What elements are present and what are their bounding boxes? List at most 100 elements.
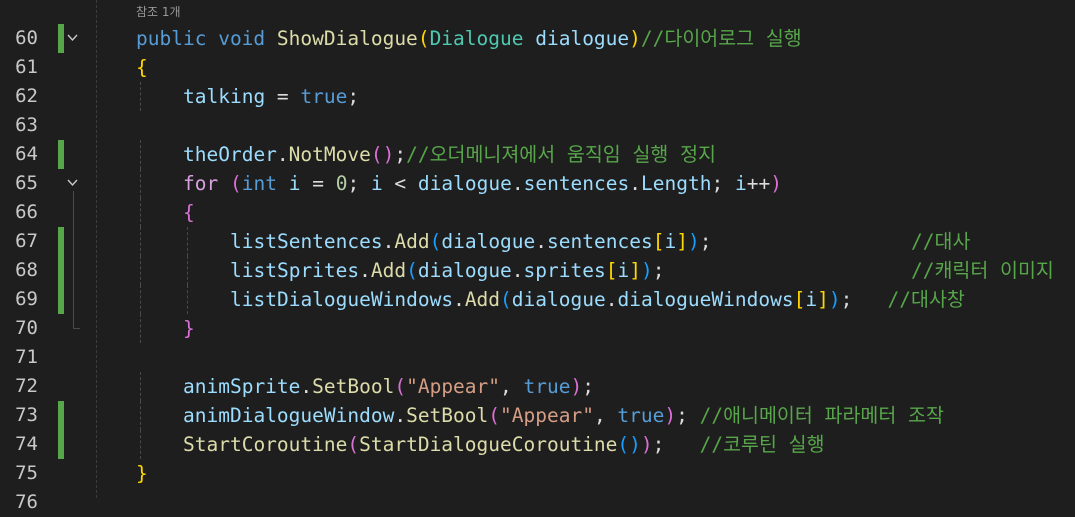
code-line[interactable]: 63 — [0, 111, 1075, 140]
code-token: dialogue — [511, 288, 606, 311]
codelens-references[interactable]: 참조 1개 — [136, 2, 181, 22]
code-token: true — [300, 85, 348, 108]
code-line[interactable]: 62 talking = true; — [0, 82, 1075, 111]
code-token: < — [382, 172, 418, 195]
code-token: ( — [488, 404, 501, 427]
code-line[interactable]: 68 listSprites.Add(dialogue.sprites[i]); … — [0, 256, 1075, 285]
line-number: 65 — [15, 172, 38, 194]
line-number: 61 — [15, 56, 38, 78]
code-token: animSprite — [183, 375, 301, 398]
code-text[interactable]: talking = true; — [183, 82, 359, 111]
fold-region-end — [73, 328, 80, 329]
code-text[interactable]: listSentences.Add(dialogue.sentences[i])… — [230, 227, 970, 256]
code-text[interactable]: { — [136, 53, 148, 82]
code-token: int — [241, 172, 277, 195]
code-token: ; — [394, 143, 407, 166]
code-token: ; — [347, 172, 371, 195]
code-text[interactable]: } — [183, 314, 195, 343]
code-text[interactable]: { — [183, 198, 195, 227]
code-line[interactable]: 65 for (int i = 0; i < dialogue.sentences… — [0, 169, 1075, 198]
code-token: dialogue — [441, 230, 536, 253]
code-token: i — [288, 172, 301, 195]
change-marker — [58, 24, 64, 53]
indent-guide — [140, 256, 141, 285]
change-marker — [58, 140, 64, 169]
code-line[interactable]: 67 listSentences.Add(dialogue.sentences[i… — [0, 227, 1075, 256]
code-token: ( — [347, 433, 360, 456]
code-token: . — [511, 259, 524, 282]
code-text[interactable]: animSprite.SetBool("Appear", true); — [183, 372, 594, 401]
change-marker — [58, 227, 64, 256]
code-line[interactable]: 70} — [0, 314, 1075, 343]
code-text[interactable]: animDialogueWindow.SetBool("Appear", tru… — [183, 401, 944, 430]
indent-guide — [187, 285, 188, 314]
code-token: [ — [793, 288, 806, 311]
code-text[interactable]: listDialogueWindows.Add(dialogue.dialogu… — [230, 285, 965, 314]
line-number: 74 — [15, 433, 38, 455]
code-token: dialogueWindows — [617, 288, 794, 311]
code-token: = — [265, 85, 301, 108]
code-token: ] — [817, 288, 829, 311]
code-token: Length — [641, 172, 712, 195]
code-line[interactable]: 73 animDialogueWindow.SetBool("Appear", t… — [0, 401, 1075, 430]
code-token: . — [276, 143, 289, 166]
code-text[interactable]: } — [136, 459, 148, 488]
code-token: talking — [183, 85, 266, 108]
line-number: 73 — [15, 404, 38, 426]
code-line[interactable]: 72 animSprite.SetBool("Appear", true); — [0, 372, 1075, 401]
line-number: 66 — [15, 201, 38, 223]
code-token: } — [136, 462, 148, 485]
code-token: //대사 — [911, 230, 971, 253]
code-line[interactable]: 74 StartCoroutine(StartDialogueCoroutine(… — [0, 430, 1075, 459]
code-token: ( — [394, 375, 407, 398]
code-token: [ — [605, 259, 618, 282]
code-line[interactable]: 66 { — [0, 198, 1075, 227]
code-text[interactable]: public void ShowDialogue(Dialogue dialog… — [136, 24, 802, 53]
code-token: "Appear" — [406, 375, 501, 398]
code-line[interactable]: 61 { — [0, 53, 1075, 82]
code-line[interactable]: 71 — [0, 343, 1075, 372]
code-token: . — [535, 230, 548, 253]
code-token: ] — [676, 230, 688, 253]
code-editor[interactable]: 참조 1개 60 public void ShowDialogue(Dialogu… — [0, 0, 1075, 513]
code-token: ) — [640, 259, 653, 282]
code-token: 0 — [335, 172, 348, 195]
line-number: 69 — [15, 288, 38, 310]
code-line[interactable]: 69 listDialogueWindows.Add(dialogue.dialo… — [0, 285, 1075, 314]
indent-guide — [140, 82, 141, 111]
code-line[interactable]: 60 public void ShowDialogue(Dialogue dial… — [0, 24, 1075, 53]
code-text[interactable]: listSprites.Add(dialogue.sprites[i]); //… — [230, 256, 1054, 285]
code-token: ] — [629, 259, 641, 282]
code-line[interactable]: 75} — [0, 459, 1075, 488]
code-token: i — [805, 288, 818, 311]
code-token: //캐릭터 이미지 — [911, 259, 1054, 282]
line-number: 63 — [15, 114, 38, 136]
code-token: dialogue — [417, 172, 512, 195]
indent-guide — [140, 285, 141, 314]
code-token: listDialogueWindows — [230, 288, 454, 311]
code-text[interactable]: for (int i = 0; i < dialogue.sentences.L… — [183, 169, 782, 198]
code-token: . — [629, 172, 642, 195]
code-text[interactable]: StartCoroutine(StartDialogueCoroutine())… — [183, 430, 825, 459]
code-token: StartDialogueCoroutine — [359, 433, 618, 456]
indent-guide — [140, 372, 141, 401]
code-token: i — [664, 230, 677, 253]
code-token: true — [523, 375, 571, 398]
fold-region-line — [73, 191, 74, 328]
code-token: ) — [570, 375, 583, 398]
indent-guide — [187, 227, 188, 256]
code-line[interactable]: 64 theOrder.NotMove();//오더메니져에서 움직임 실행 정지 — [0, 140, 1075, 169]
code-token: i — [617, 259, 630, 282]
indent-guide — [140, 401, 141, 430]
code-token: ) — [828, 288, 841, 311]
code-token: , — [500, 375, 524, 398]
code-token: ) — [664, 404, 677, 427]
code-text[interactable]: theOrder.NotMove();//오더메니져에서 움직임 실행 정지 — [183, 140, 716, 169]
code-token: "Appear" — [500, 404, 594, 427]
chevron-down-icon[interactable] — [66, 24, 80, 53]
change-marker — [58, 430, 64, 459]
code-token: ( — [500, 288, 512, 311]
code-line[interactable]: 76 — [0, 488, 1075, 517]
code-token: animDialogueWindow — [183, 404, 395, 427]
